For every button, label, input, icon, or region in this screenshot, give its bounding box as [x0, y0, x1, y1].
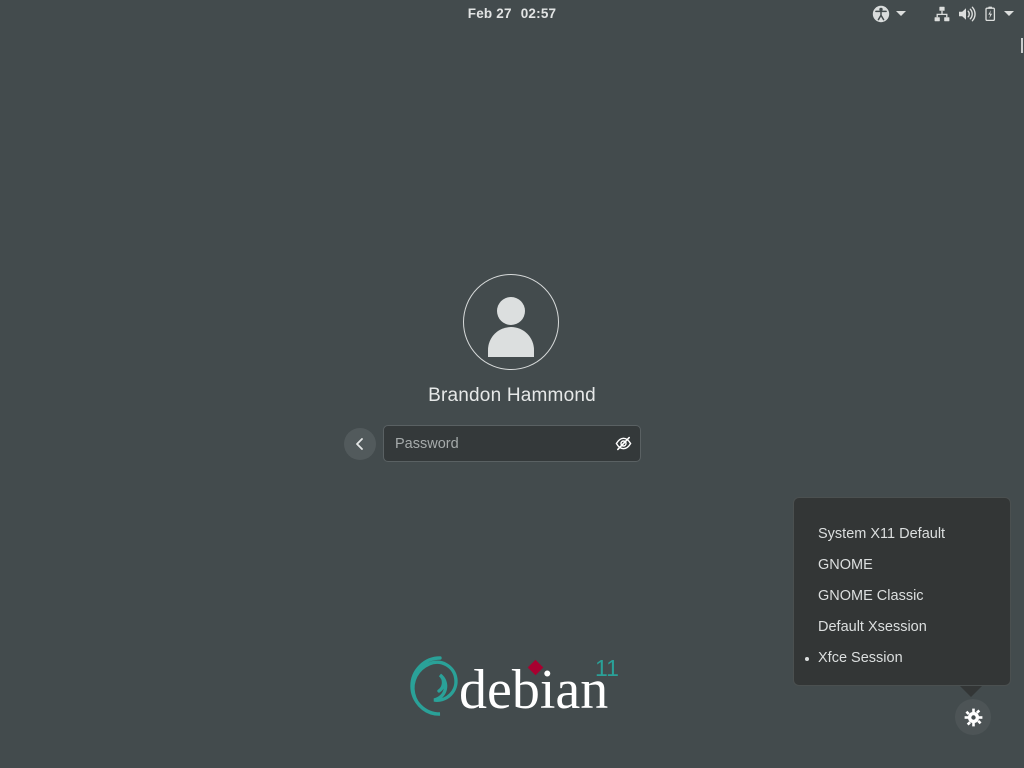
user-avatar	[463, 274, 559, 370]
accessibility-icon	[872, 5, 890, 23]
chevron-down-icon	[1004, 11, 1014, 16]
accessibility-menu-button[interactable]	[872, 5, 906, 23]
system-status-menu-button[interactable]	[933, 5, 1014, 23]
volume-high-icon	[957, 5, 976, 23]
gear-icon	[964, 708, 982, 726]
password-row	[344, 425, 644, 462]
wired-network-icon	[933, 5, 951, 23]
battery-charging-icon	[982, 5, 998, 23]
chevron-down-icon	[896, 11, 906, 16]
session-menu: System X11 Default GNOME GNOME Classic D…	[793, 497, 1011, 697]
debian-swirl-icon	[410, 656, 458, 716]
debian-logo: debian 11	[399, 648, 629, 724]
selected-bullet	[805, 657, 809, 661]
session-menu-item-label: GNOME Classic	[818, 588, 924, 604]
session-menu-item-label: Xfce Session	[818, 650, 903, 666]
session-menu-item-label: GNOME	[818, 557, 873, 573]
avatar-body-shape	[488, 327, 534, 357]
back-button[interactable]	[344, 428, 376, 460]
password-input[interactable]	[384, 426, 606, 461]
session-menu-item-label: Default Xsession	[818, 619, 927, 635]
session-settings-button[interactable]	[955, 699, 991, 735]
session-menu-item[interactable]: GNOME Classic	[794, 581, 1010, 612]
menu-pointer-tail	[960, 686, 982, 697]
session-menu-item-selected[interactable]: Xfce Session	[794, 643, 1010, 674]
top-bar: Feb 27 02:57	[0, 0, 1024, 27]
clock-date: Feb 27	[467, 6, 512, 21]
chevron-left-icon	[356, 438, 363, 450]
clock-time: 02:57	[520, 6, 557, 21]
text-cursor-artifact	[1021, 38, 1023, 53]
session-menu-item[interactable]: GNOME	[794, 550, 1010, 581]
session-menu-item[interactable]: Default Xsession	[794, 612, 1010, 643]
session-menu-item[interactable]: System X11 Default	[794, 519, 1010, 550]
login-screen: Feb 27 02:57 Brandon Hammond debian 11 S…	[0, 0, 1024, 768]
debian-version: 11	[595, 655, 619, 681]
reveal-password-button[interactable]	[606, 426, 640, 461]
avatar-head-shape	[497, 297, 525, 325]
clock[interactable]: Feb 27 02:57	[0, 0, 1024, 27]
user-name-label: Brandon Hammond	[428, 385, 596, 406]
eye-slash-icon	[615, 436, 631, 451]
password-field[interactable]	[383, 425, 641, 462]
session-menu-item-label: System X11 Default	[818, 526, 946, 542]
system-tray	[872, 0, 1014, 27]
